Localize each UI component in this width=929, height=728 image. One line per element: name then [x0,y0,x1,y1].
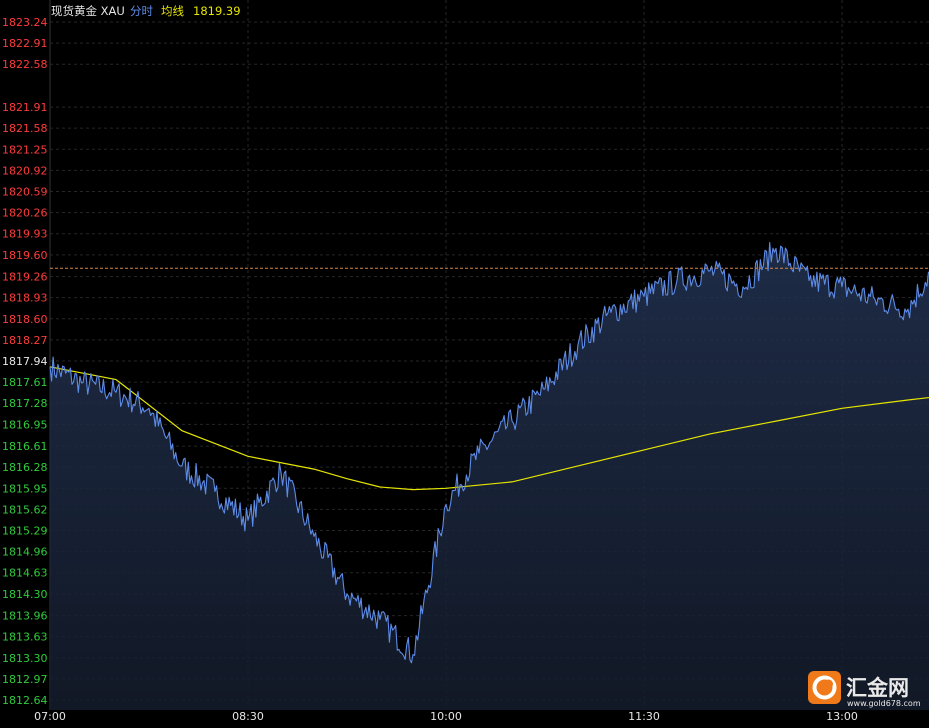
x-tick-label: 13:00 [826,710,858,723]
y-tick-label: 1819.60 [2,249,48,262]
y-tick-label: 1816.28 [2,461,48,474]
intraday-chart[interactable]: 1823.24 1822.91 1822.58 1821.91 1821.58 1821.… [0,0,929,728]
instrument-title: 现货黄金 XAU [51,4,125,18]
y-tick-label: 1814.96 [2,546,48,559]
y-tick-label: 1817.94 [2,355,48,368]
y-tick-label: 1818.60 [2,313,48,326]
y-tick-label: 1819.26 [2,271,48,284]
y-tick-label: 1817.28 [2,397,48,410]
brand-logo: 汇金网 www.gold678.com [808,671,921,708]
avg-value: 1819.39 [193,4,241,18]
y-tick-label: 1814.30 [2,588,48,601]
y-tick-label: 1815.62 [2,503,48,516]
y-tick-label: 1821.58 [2,122,48,135]
y-tick-label: 1812.64 [2,694,48,707]
y-tick-label: 1815.95 [2,482,48,495]
y-tick-label: 1819.93 [2,228,48,241]
y-tick-label: 1814.63 [2,567,48,580]
y-tick-label: 1820.92 [2,164,48,177]
y-tick-label: 1818.93 [2,292,48,305]
logo-text: 汇金网 [846,676,909,700]
y-tick-label: 1822.58 [2,58,48,71]
y-tick-label: 1815.29 [2,525,48,538]
y-tick-label: 1821.91 [2,101,48,114]
logo-subtext: www.gold678.com [847,699,921,708]
x-tick-label: 07:00 [34,710,66,723]
y-tick-label: 1813.63 [2,631,48,644]
y-tick-label: 1820.26 [2,207,48,220]
y-tick-label: 1817.61 [2,376,48,389]
y-tick-label: 1816.61 [2,440,48,453]
mode-label[interactable]: 分时 [130,4,153,18]
y-tick-label: 1820.59 [2,186,48,199]
x-tick-label: 08:30 [232,710,264,723]
x-tick-label: 11:30 [628,710,660,723]
y-tick-label: 1813.30 [2,652,48,665]
avg-label: 均线 [161,4,184,18]
y-tick-label: 1821.25 [2,143,48,156]
y-tick-label: 1818.27 [2,334,48,347]
y-tick-label: 1822.91 [2,37,48,50]
y-tick-label: 1816.95 [2,418,48,431]
y-tick-label: 1823.24 [2,16,48,29]
y-tick-label: 1813.96 [2,610,48,623]
x-tick-label: 10:00 [430,710,462,723]
y-tick-label: 1812.97 [2,673,48,686]
